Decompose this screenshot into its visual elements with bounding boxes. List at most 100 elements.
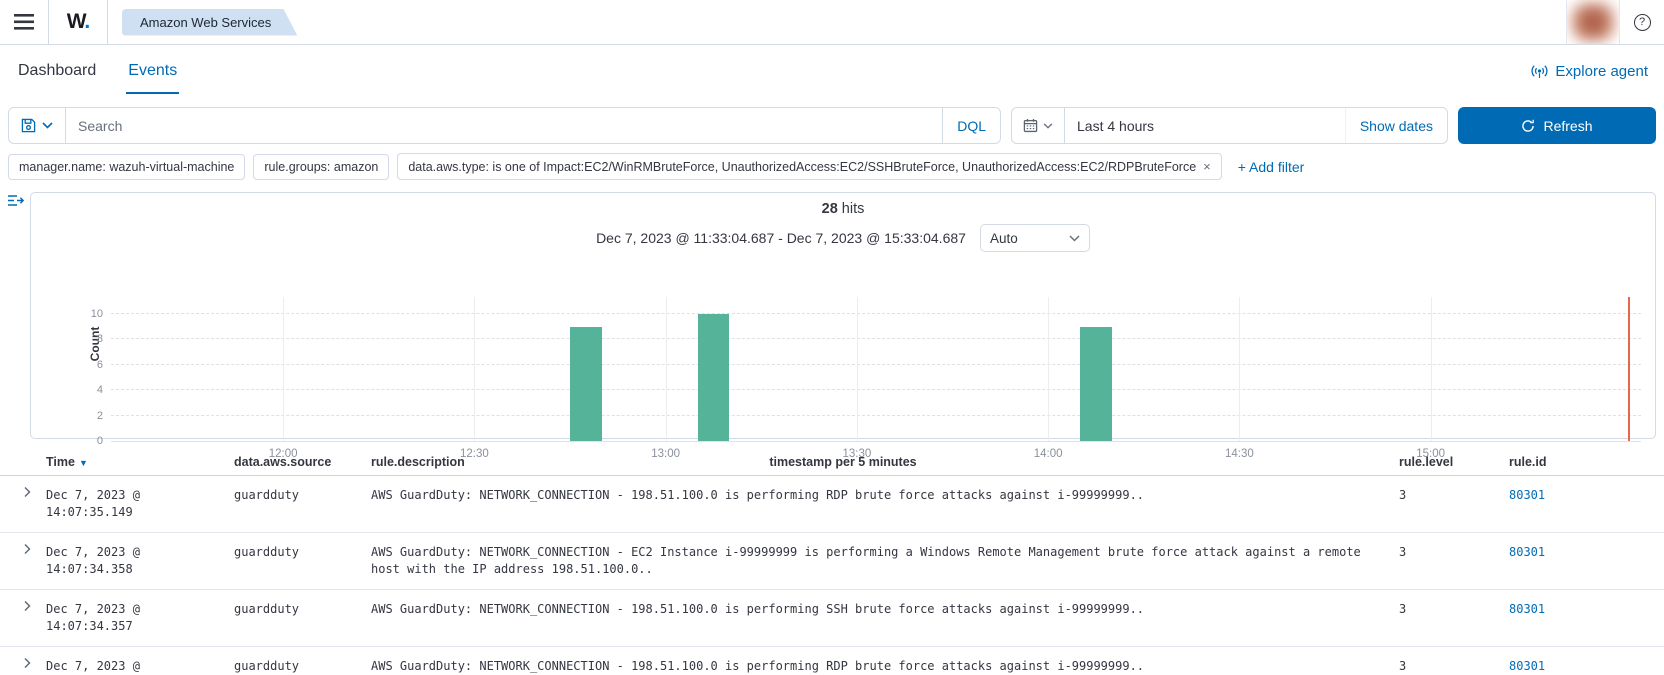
rule-id-link[interactable]: 80301 [1509,659,1545,673]
histogram-bar[interactable] [698,314,730,441]
chevron-down-icon [1043,123,1053,129]
current-time-marker [1628,297,1630,441]
chart-time-range: Dec 7, 2023 @ 11:33:04.687 - Dec 7, 2023… [596,230,966,246]
cell-level: 3 [1399,533,1509,572]
filter-bar: manager.name: wazuh-virtual-machine rule.… [0,144,1664,180]
cell-source: guardduty [234,476,371,515]
expand-row-icon[interactable] [0,476,46,498]
v-gridline [1431,297,1432,441]
h-gridline [111,389,1641,390]
quick-select-button[interactable] [1012,108,1065,143]
rule-id-link[interactable]: 80301 [1509,602,1545,616]
events-table: Time▼ data.aws.source rule.description r… [0,449,1664,675]
histogram-chart[interactable]: Count 024681012:0012:3013:0013:3014:0014… [111,297,1641,442]
help-icon[interactable]: ? [1620,0,1664,44]
cell-description: AWS GuardDuty: NETWORK_CONNECTION - 198.… [371,647,1399,675]
wazuh-logo[interactable]: W. [49,0,107,44]
y-tick-label: 0 [97,435,103,447]
cell-time: Dec 7, 2023 @ 14:07:33.799 [46,647,234,675]
cell-source: guardduty [234,533,371,572]
plot-area: 024681012:0012:3013:0013:3014:0014:3015:… [111,297,1641,442]
saved-queries-button[interactable] [9,108,66,143]
hamburger-menu-icon[interactable] [0,0,48,44]
cell-description: AWS GuardDuty: NETWORK_CONNECTION - 198.… [371,476,1399,515]
x-axis-title: timestamp per 5 minutes [31,455,1655,469]
add-filter-button[interactable]: + Add filter [1238,159,1305,175]
v-gridline [1239,297,1240,441]
table-row: Dec 7, 2023 @ 14:07:33.799guarddutyAWS G… [0,647,1664,675]
refresh-label: Refresh [1543,118,1592,134]
cell-rule-id: 80301 [1509,476,1664,515]
date-picker: Last 4 hours Show dates [1011,107,1448,144]
y-tick-label: 6 [97,359,103,371]
tab-events[interactable]: Events [126,48,179,94]
tab-dashboard[interactable]: Dashboard [16,48,98,94]
explore-agent-label: Explore agent [1555,63,1648,80]
calendar-icon [1023,118,1038,133]
save-icon [21,118,36,133]
header-right: ? [1566,0,1664,44]
chevron-down-icon [42,122,53,129]
cell-level: 3 [1399,590,1509,629]
table-body: Dec 7, 2023 @ 14:07:35.149guarddutyAWS G… [0,476,1664,675]
header-left: W. Amazon Web Services [0,0,1566,44]
cell-rule-id: 80301 [1509,533,1664,572]
rule-id-link[interactable]: 80301 [1509,545,1545,559]
table-row: Dec 7, 2023 @ 14:07:35.149guarddutyAWS G… [0,476,1664,533]
cell-time: Dec 7, 2023 @ 14:07:35.149 [46,476,234,532]
filter-pill[interactable]: rule.groups: amazon [253,154,389,180]
remove-filter-icon[interactable]: × [1203,159,1211,174]
expand-row-icon[interactable] [0,590,46,612]
h-gridline [111,364,1641,365]
top-header-bar: W. Amazon Web Services ? [0,0,1664,45]
cell-level: 3 [1399,647,1509,675]
avatar-cell[interactable] [1566,0,1620,44]
v-gridline [474,297,475,441]
interval-select[interactable]: Auto [980,224,1090,252]
expand-row-icon[interactable] [0,533,46,555]
open-sidebar-icon[interactable] [0,192,30,439]
y-tick-label: 10 [91,308,103,320]
cell-description: AWS GuardDuty: NETWORK_CONNECTION - EC2 … [371,533,1399,589]
cell-rule-id: 80301 [1509,647,1664,675]
events-main: 28 hits Dec 7, 2023 @ 11:33:04.687 - Dec… [0,180,1664,439]
y-tick-label: 8 [97,333,103,345]
v-gridline [283,297,284,441]
header-divider [107,0,108,44]
v-gridline [857,297,858,441]
filter-pill[interactable]: manager.name: wazuh-virtual-machine [8,154,245,180]
cell-source: guardduty [234,590,371,629]
logo-dot: . [84,10,89,33]
histogram-bar[interactable] [1080,327,1112,441]
time-range-value[interactable]: Last 4 hours [1065,118,1345,134]
query-language-button[interactable]: DQL [942,108,1000,143]
show-dates-button[interactable]: Show dates [1345,108,1447,143]
broadcast-icon [1531,64,1548,79]
cell-source: guardduty [234,647,371,675]
hits-count: 28 hits [31,201,1655,217]
expand-row-icon[interactable] [0,647,46,669]
filter-pill[interactable]: data.aws.type: is one of Impact:EC2/WinR… [397,153,1221,180]
table-row: Dec 7, 2023 @ 14:07:34.358guarddutyAWS G… [0,533,1664,590]
cell-time: Dec 7, 2023 @ 14:07:34.357 [46,590,234,646]
histogram-bar[interactable] [570,327,602,441]
h-gridline [111,415,1641,416]
v-gridline [666,297,667,441]
rule-id-link[interactable]: 80301 [1509,488,1545,502]
refresh-button[interactable]: Refresh [1458,107,1656,144]
module-tabs: Dashboard Events Explore agent [0,45,1664,97]
cell-rule-id: 80301 [1509,590,1664,629]
v-gridline [1048,297,1049,441]
table-row: Dec 7, 2023 @ 14:07:34.357guarddutyAWS G… [0,590,1664,647]
cell-level: 3 [1399,476,1509,515]
explore-agent-link[interactable]: Explore agent [1531,63,1648,80]
h-gridline [111,338,1641,339]
breadcrumb[interactable]: Amazon Web Services [122,9,297,36]
query-bar: DQL Last 4 hours Show dates Refresh [0,97,1664,144]
search-input[interactable] [66,118,942,134]
histogram-panel: 28 hits Dec 7, 2023 @ 11:33:04.687 - Dec… [30,192,1656,439]
refresh-icon [1521,119,1535,133]
h-gridline [111,313,1641,314]
cell-time: Dec 7, 2023 @ 14:07:34.358 [46,533,234,589]
cell-description: AWS GuardDuty: NETWORK_CONNECTION - 198.… [371,590,1399,629]
